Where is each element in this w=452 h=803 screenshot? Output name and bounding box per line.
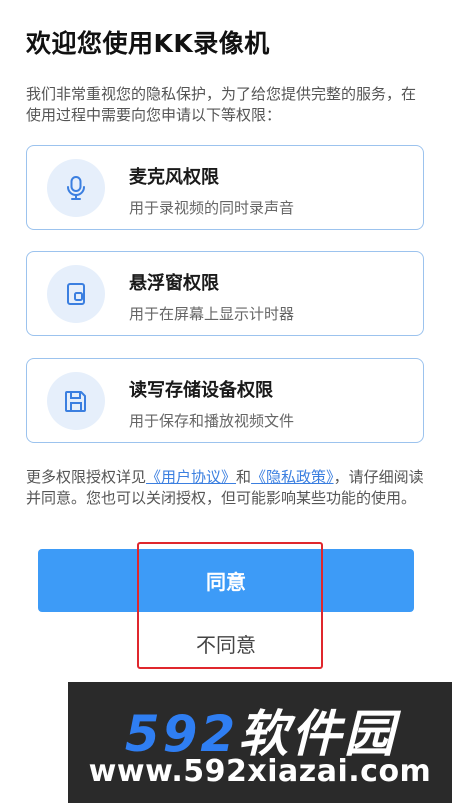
- consent-notice: 更多权限授权详见《用户协议》和《隐私政策》，请仔细阅读并同意。您也可以关闭授权，…: [26, 467, 426, 509]
- microphone-icon: [47, 159, 105, 217]
- notice-prefix: 更多权限授权详见: [26, 468, 147, 486]
- permission-title: 悬浮窗权限: [129, 273, 219, 294]
- floppy-disk-icon: [47, 372, 105, 430]
- intro-text: 我们非常重视您的隐私保护，为了给您提供完整的服务，在使用过程中需要向您申请以下等…: [26, 85, 417, 124]
- permission-card-storage: 读写存储设备权限 用于保存和播放视频文件: [26, 358, 424, 443]
- watermark-url: www.592xiazai.com: [88, 754, 432, 789]
- permission-title: 读写存储设备权限: [129, 380, 273, 401]
- permission-description: 用于录视频的同时录声音: [129, 199, 295, 217]
- user-agreement-link[interactable]: 《用户协议》: [146, 468, 236, 486]
- permission-description: 用于在屏幕上显示计时器: [129, 305, 295, 323]
- permission-card-floating-window: 悬浮窗权限 用于在屏幕上显示计时器: [26, 251, 424, 336]
- dialog-title: 欢迎您使用KK录像机: [26, 29, 270, 58]
- permission-card-microphone: 麦克风权限 用于录视频的同时录声音: [26, 145, 424, 230]
- privacy-policy-link[interactable]: 《隐私政策》: [251, 468, 334, 486]
- floating-window-icon: [47, 265, 105, 323]
- agree-button[interactable]: 同意: [38, 549, 414, 612]
- permission-title: 麦克风权限: [129, 167, 219, 188]
- watermark-banner: 592软件园 www.592xiazai.com: [68, 682, 452, 803]
- disagree-button[interactable]: 不同意: [150, 622, 302, 664]
- notice-and: 和: [236, 468, 252, 486]
- permission-description: 用于保存和播放视频文件: [129, 412, 295, 430]
